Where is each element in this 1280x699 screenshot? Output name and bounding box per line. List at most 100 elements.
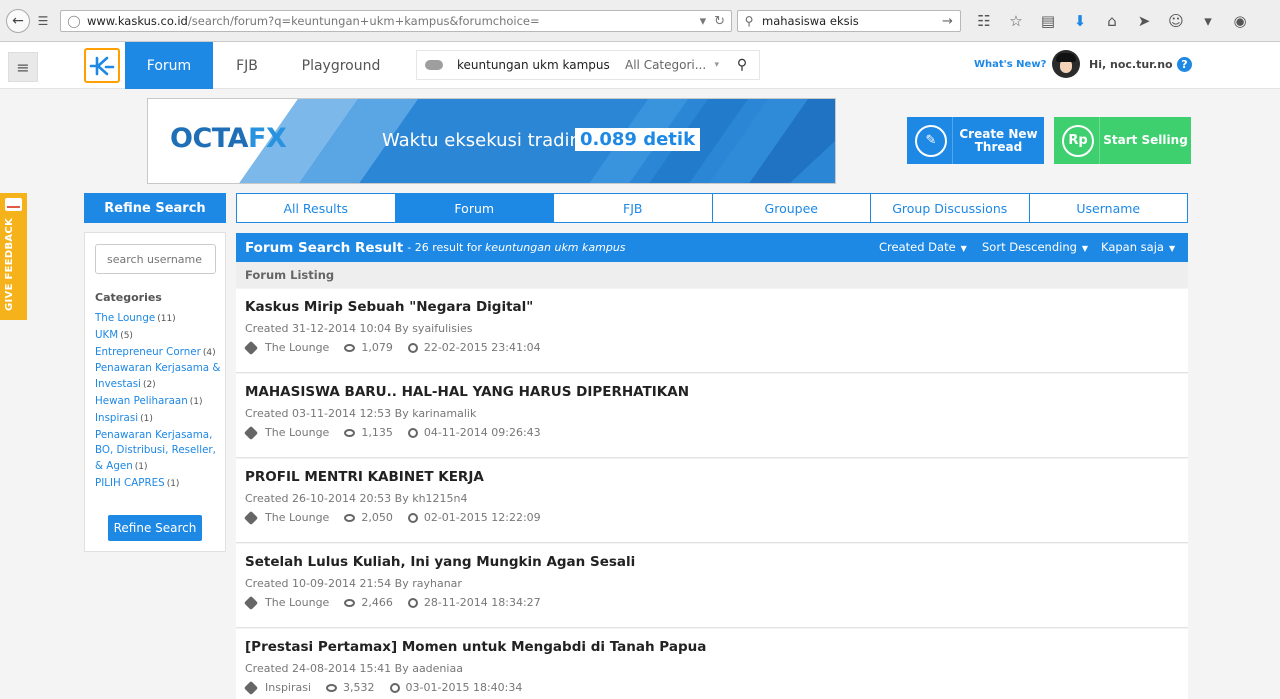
banner-text: Waktu eksekusi trading:: [382, 130, 599, 151]
thread-category[interactable]: Inspirasi: [265, 681, 311, 694]
octafx-logo: OCTAFX: [170, 123, 287, 154]
page-list-icon[interactable]: ☰: [32, 10, 54, 32]
rupiah-icon: Rp: [1062, 124, 1094, 157]
category-item[interactable]: PILIH CAPRES (1): [95, 476, 221, 493]
home-icon[interactable]: ⌂: [1098, 10, 1126, 32]
logo-octa: OCTA: [170, 123, 249, 154]
user-greeting[interactable]: Hi, noc.tur.no: [1089, 58, 1173, 71]
category-item[interactable]: Penawaran Kerjasama & Investasi (2): [95, 361, 221, 394]
site-search-icon[interactable]: ⚲: [725, 57, 759, 73]
sort-order-dropdown[interactable]: Sort Descending ▼: [982, 240, 1088, 254]
kaskus-logo[interactable]: [84, 48, 120, 83]
thread-title[interactable]: Kaskus Mirip Sebuah "Negara Digital": [245, 299, 533, 315]
browser-nav: ← ☰: [6, 9, 54, 33]
category-label: Inspirasi: [95, 411, 139, 424]
site-search-input[interactable]: keuntungan ukm kampus: [451, 58, 625, 72]
bookmark-star-icon[interactable]: ☆: [1002, 10, 1030, 32]
category-label: Hewan Peliharaan: [95, 394, 188, 407]
download-icon[interactable]: ⬇: [1066, 10, 1094, 32]
octafx-banner[interactable]: OCTAFX Waktu eksekusi trading: 0.089 det…: [147, 98, 836, 184]
category-count: (1): [134, 462, 148, 473]
category-count: (11): [157, 314, 176, 324]
browser-search-bar[interactable]: ⚲ mahasiswa eksis →: [737, 10, 961, 32]
thread-item: [Prestasi Pertamax] Momen untuk Mengabdi…: [236, 629, 1188, 699]
site-search-bar: keuntungan ukm kampus All Categori... ▾ …: [416, 50, 760, 80]
sort-date-label: Created Date: [879, 240, 956, 254]
help-icon[interactable]: ?: [1177, 57, 1192, 72]
caret-down-icon: ▼: [1081, 244, 1089, 253]
thread-stats: Inspirasi 3,532 03-01-2015 18:40:34: [243, 680, 523, 695]
thread-category[interactable]: The Lounge: [265, 341, 329, 354]
forum-listing-heading: Forum Listing: [236, 262, 1188, 288]
avatar[interactable]: [1052, 50, 1080, 78]
url-bar[interactable]: ◯ www.kaskus.co.id/search/forum?q=keuntu…: [60, 10, 732, 32]
create-thread-button[interactable]: ✎ Create New Thread: [907, 117, 1044, 164]
go-arrow-icon[interactable]: →: [942, 14, 960, 29]
tab-groupee[interactable]: Groupee: [713, 194, 871, 222]
eye-icon: [344, 598, 356, 607]
time-range-label: Kapan saja: [1101, 240, 1164, 254]
emoji-icon[interactable]: ☺: [1162, 10, 1190, 32]
category-item[interactable]: UKM (5): [95, 328, 221, 345]
give-feedback-label: GIVE FEEDBACK: [4, 217, 15, 311]
thread-title[interactable]: Setelah Lulus Kuliah, Ini yang Mungkin A…: [245, 554, 635, 570]
clock-icon: [389, 682, 400, 693]
thread-category[interactable]: The Lounge: [265, 596, 329, 609]
thread-title[interactable]: MAHASISWA BARU.. HAL-HAL YANG HARUS DIPE…: [245, 384, 689, 400]
browser-toolbar: ← ☰ ◯ www.kaskus.co.id/search/forum?q=ke…: [0, 0, 1280, 42]
tab-forum[interactable]: Forum: [395, 194, 554, 222]
nav-playground[interactable]: Playground: [290, 42, 392, 89]
dropdown-arrow-icon[interactable]: ▾: [700, 14, 707, 29]
category-label: Entrepreneur Corner: [95, 345, 201, 358]
menu-dropdown-icon[interactable]: ▾: [1194, 10, 1222, 32]
category-item[interactable]: The Lounge (11): [95, 311, 221, 328]
url-actions: ▾ ↻: [700, 14, 731, 29]
start-selling-button[interactable]: Rp Start Selling: [1054, 117, 1191, 164]
create-thread-label: Create New Thread: [953, 128, 1044, 153]
back-arrow-icon[interactable]: ←: [6, 9, 30, 33]
give-feedback-tab[interactable]: GIVE FEEDBACK: [0, 193, 27, 320]
chat-icon[interactable]: ◉: [1226, 10, 1254, 32]
thread-title[interactable]: [Prestasi Pertamax] Momen untuk Mengabdi…: [245, 639, 706, 655]
thread-stats: The Lounge 1,079 22-02-2015 23:41:04: [243, 340, 541, 355]
tab-fjb[interactable]: FJB: [554, 194, 713, 222]
thread-category[interactable]: The Lounge: [265, 426, 329, 439]
sort-date-dropdown[interactable]: Created Date ▼: [879, 240, 967, 254]
thread-category[interactable]: The Lounge: [265, 511, 329, 524]
thread-title[interactable]: PROFIL MENTRI KABINET KERJA: [245, 469, 484, 485]
whats-new-link[interactable]: What's New?: [974, 59, 1046, 70]
time-range-dropdown[interactable]: Kapan saja ▼: [1101, 240, 1175, 254]
tab-group-discussions[interactable]: Group Discussions: [871, 194, 1030, 222]
username-search-input[interactable]: [95, 244, 216, 274]
tab-username[interactable]: Username: [1030, 194, 1188, 222]
nav-fjb[interactable]: FJB: [222, 42, 272, 89]
category-select[interactable]: All Categori... ▾: [625, 58, 725, 72]
send-icon[interactable]: ➤: [1130, 10, 1158, 32]
bookmarks-list-icon[interactable]: ▤: [1034, 10, 1062, 32]
addon-icon[interactable]: ☷: [970, 10, 998, 32]
nav-forum[interactable]: Forum: [125, 42, 213, 89]
category-item[interactable]: Penawaran Kerjasama, BO, Distribusi, Res…: [95, 428, 221, 476]
thread-last-post: 22-02-2015 23:41:04: [423, 341, 541, 354]
category-item[interactable]: Inspirasi (1): [95, 411, 221, 428]
category-count: (5): [120, 330, 133, 341]
thread-meta: Created 24-08-2014 15:41 By aadeniaa: [245, 662, 463, 675]
create-thread-line1: Create New: [959, 126, 1038, 141]
thread-meta: Created 10-09-2014 21:54 By rayhanar: [245, 577, 462, 590]
reload-icon[interactable]: ↻: [714, 14, 725, 29]
thread-last-post: 03-01-2015 18:40:34: [405, 681, 523, 694]
search-icon: ⚲: [744, 14, 754, 28]
tab-all-results[interactable]: All Results: [237, 194, 396, 222]
category-item[interactable]: Hewan Peliharaan (1): [95, 394, 221, 411]
banner-highlight: 0.089 detik: [575, 128, 701, 151]
thread-item: PROFIL MENTRI KABINET KERJA Created 26-1…: [236, 459, 1188, 543]
thread-meta: Created 26-10-2014 20:53 By kh1215n4: [245, 492, 468, 505]
clock-icon: [407, 512, 418, 523]
pencil-icon: ✎: [915, 124, 947, 157]
category-item[interactable]: Entrepreneur Corner (4): [95, 345, 221, 362]
category-count: (4): [202, 347, 216, 358]
hamburger-menu-icon[interactable]: ≡: [8, 52, 38, 82]
eye-icon: [326, 683, 338, 692]
category-label: The Lounge: [95, 312, 156, 324]
refine-search-button[interactable]: Refine Search: [108, 515, 202, 541]
